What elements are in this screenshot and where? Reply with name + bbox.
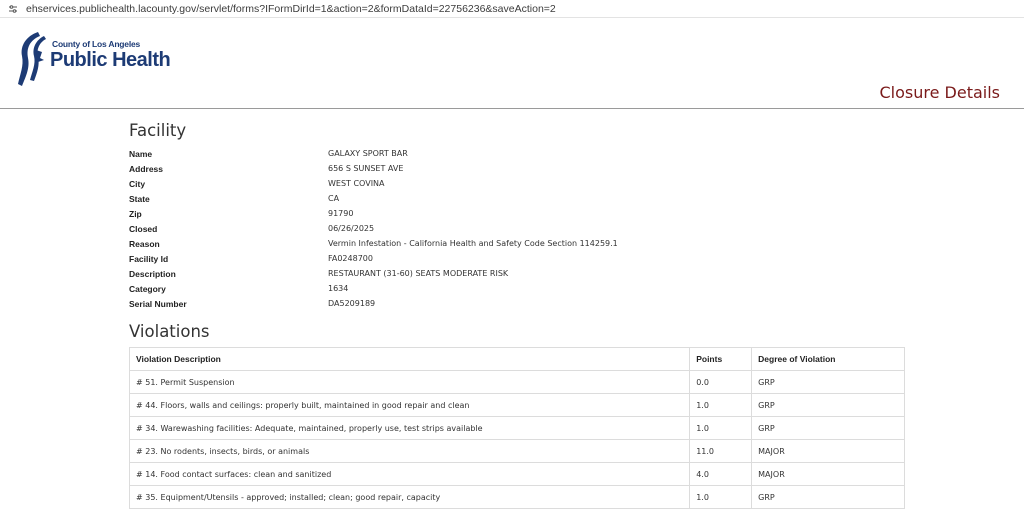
page-header: County of Los Angeles Public Health Clos… bbox=[0, 18, 1024, 109]
address-bar[interactable]: ehservices.publichealth.lacounty.gov/ser… bbox=[0, 0, 1024, 18]
field-value: 91790 bbox=[328, 209, 354, 218]
field-value: WEST COVINA bbox=[328, 179, 385, 188]
violations-heading: Violations bbox=[129, 322, 210, 341]
logo-title-text: Public Health bbox=[50, 49, 171, 71]
facility-row-facility-id: Facility Id FA0248700 bbox=[129, 251, 905, 266]
facility-row-name: Name GALAXY SPORT BAR bbox=[129, 146, 905, 161]
violation-degree: GRP bbox=[751, 416, 905, 440]
table-row: # 51. Permit Suspension 0.0 GRP bbox=[128, 370, 905, 394]
violation-points: 4.0 bbox=[689, 462, 753, 486]
field-label: Zip bbox=[129, 208, 142, 219]
violation-points: 0.0 bbox=[689, 370, 753, 394]
field-value: 06/26/2025 bbox=[328, 224, 375, 233]
violation-degree: GRP bbox=[751, 370, 905, 394]
facility-row-address: Address 656 S SUNSET AVE bbox=[129, 161, 905, 176]
table-row: # 34. Warewashing facilities: Adequate, … bbox=[128, 416, 905, 440]
violation-points: 1.0 bbox=[689, 393, 753, 417]
table-row: # 23. No rodents, insects, birds, or ani… bbox=[128, 439, 905, 463]
field-value: RESTAURANT (31-60) SEATS MODERATE RISK bbox=[328, 269, 509, 278]
field-value: DA5209189 bbox=[328, 299, 376, 308]
field-label: Reason bbox=[129, 238, 160, 249]
violation-description: # 35. Equipment/Utensils - approved; ins… bbox=[128, 485, 691, 509]
field-label: Category bbox=[129, 283, 166, 294]
field-label: State bbox=[129, 193, 150, 204]
facility-row-zip: Zip 91790 bbox=[129, 206, 905, 221]
violations-table: Violation Description Points Degree of V… bbox=[128, 347, 905, 509]
logo-profile-icon bbox=[18, 32, 46, 86]
violation-description: # 14. Food contact surfaces: clean and s… bbox=[128, 462, 691, 486]
url-text[interactable]: ehservices.publichealth.lacounty.gov/ser… bbox=[26, 3, 556, 15]
field-value: GALAXY SPORT BAR bbox=[328, 149, 408, 158]
violation-degree: MAJOR bbox=[751, 439, 905, 463]
field-label: Serial Number bbox=[129, 298, 187, 309]
facility-heading: Facility bbox=[129, 121, 187, 140]
main-content: Facility Name GALAXY SPORT BAR Address 6… bbox=[128, 121, 905, 509]
field-value: Vermin Infestation - California Health a… bbox=[328, 239, 618, 248]
column-header-description: Violation Description bbox=[128, 347, 691, 371]
violation-points: 11.0 bbox=[689, 439, 753, 463]
field-value: 656 S SUNSET AVE bbox=[328, 164, 404, 173]
violation-degree: MAJOR bbox=[751, 462, 905, 486]
column-header-degree: Degree of Violation bbox=[751, 347, 905, 371]
page-title: Closure Details bbox=[879, 83, 1000, 102]
facility-details: Name GALAXY SPORT BAR Address 656 S SUNS… bbox=[129, 146, 905, 311]
field-label: Facility Id bbox=[129, 253, 169, 264]
violation-degree: GRP bbox=[751, 485, 905, 509]
violation-description: # 51. Permit Suspension bbox=[128, 370, 691, 394]
public-health-logo[interactable]: County of Los Angeles Public Health bbox=[16, 30, 186, 88]
violation-description: # 23. No rodents, insects, birds, or ani… bbox=[128, 439, 691, 463]
field-label: City bbox=[129, 178, 146, 189]
facility-row-category: Category 1634 bbox=[129, 281, 905, 296]
facility-row-description: Description RESTAURANT (31-60) SEATS MOD… bbox=[129, 266, 905, 281]
table-row: # 44. Floors, walls and ceilings: proper… bbox=[128, 393, 905, 417]
violation-points: 1.0 bbox=[689, 416, 753, 440]
table-row: # 35. Equipment/Utensils - approved; ins… bbox=[128, 485, 905, 509]
facility-row-city: City WEST COVINA bbox=[129, 176, 905, 191]
field-value: 1634 bbox=[328, 284, 349, 293]
column-header-points: Points bbox=[689, 347, 753, 371]
field-label: Name bbox=[129, 148, 153, 159]
facility-row-state: State CA bbox=[129, 191, 905, 206]
violation-description: # 34. Warewashing facilities: Adequate, … bbox=[128, 416, 691, 440]
facility-row-closed: Closed 06/26/2025 bbox=[129, 221, 905, 236]
facility-row-reason: Reason Vermin Infestation - California H… bbox=[129, 236, 905, 251]
field-label: Address bbox=[129, 163, 164, 174]
field-value: CA bbox=[328, 194, 340, 203]
facility-row-serial-number: Serial Number DA5209189 bbox=[129, 296, 905, 311]
table-header-row: Violation Description Points Degree of V… bbox=[128, 347, 905, 371]
field-label: Closed bbox=[129, 223, 158, 234]
field-label: Description bbox=[129, 268, 176, 279]
site-settings-icon[interactable] bbox=[8, 4, 18, 14]
violation-degree: GRP bbox=[751, 393, 905, 417]
table-row: # 14. Food contact surfaces: clean and s… bbox=[128, 462, 905, 486]
violation-description: # 44. Floors, walls and ceilings: proper… bbox=[128, 393, 691, 417]
logo-county-text: County of Los Angeles bbox=[52, 39, 141, 49]
violation-points: 1.0 bbox=[689, 485, 753, 509]
field-value: FA0248700 bbox=[328, 254, 373, 263]
